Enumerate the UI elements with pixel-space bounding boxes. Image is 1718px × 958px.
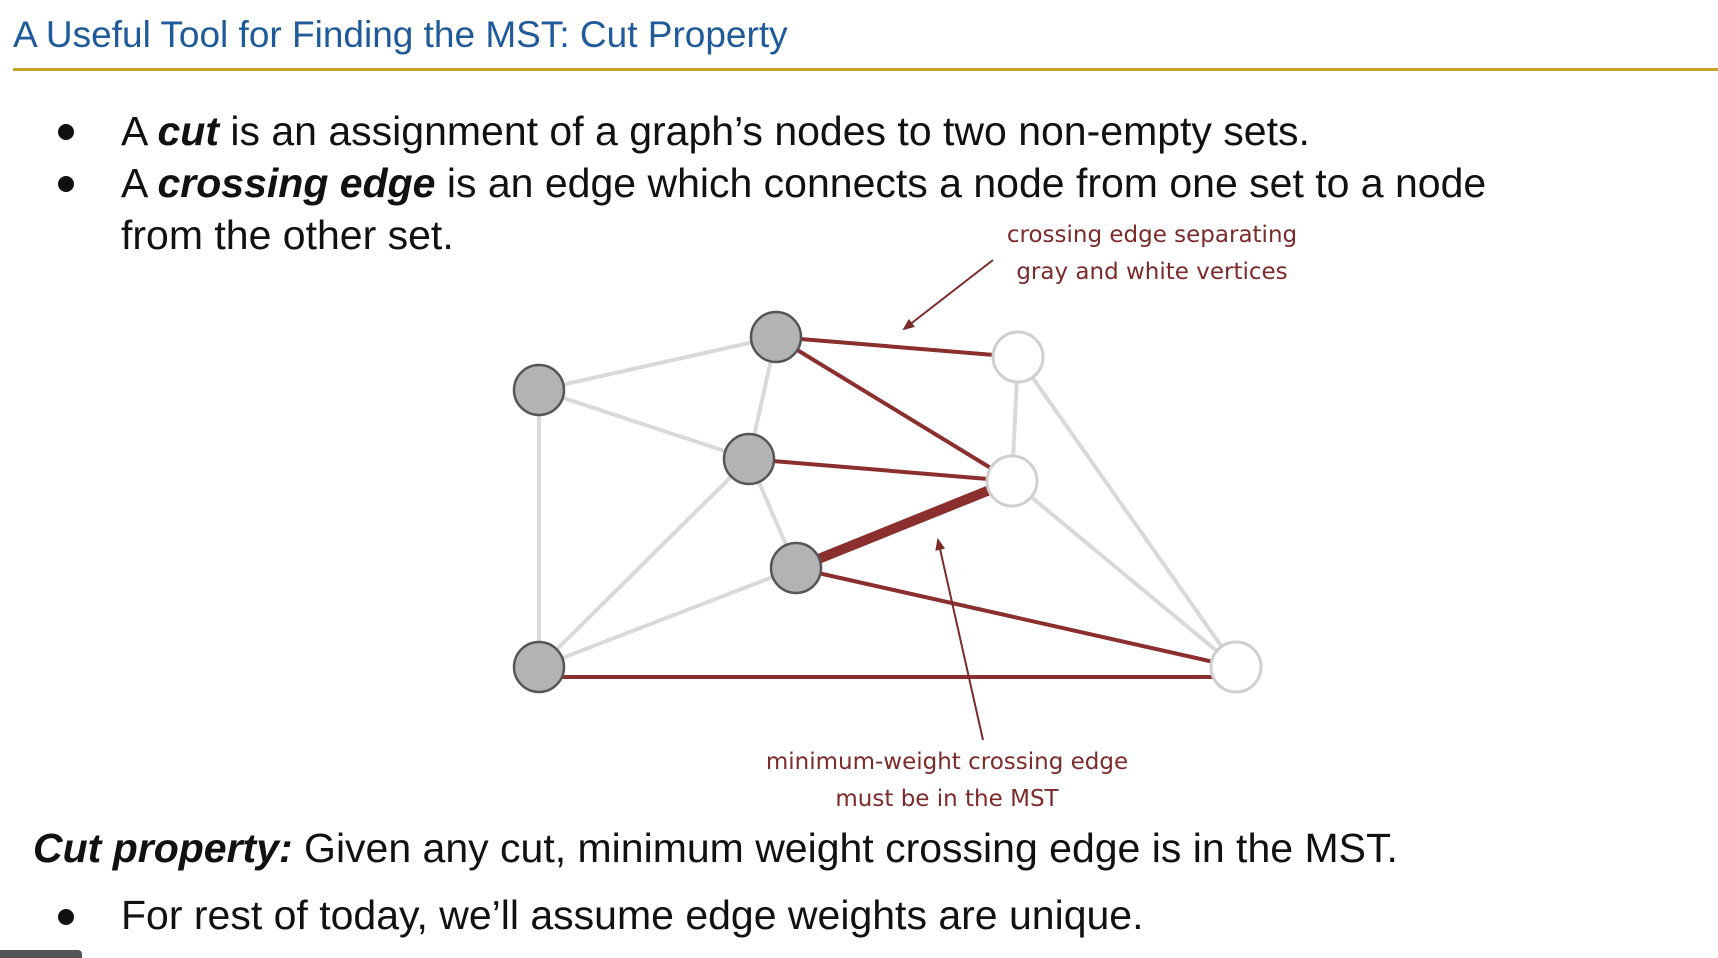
annotation-crossing-edge-line-2: gray and white vertices (1016, 259, 1287, 285)
bullet-unique-weights: For rest of today, we’ll assume edge wei… (121, 892, 1144, 938)
edge-crossing (775, 335, 1019, 359)
edge-plain (537, 457, 751, 669)
edge-crossing-minimum (794, 476, 1014, 573)
slide-number-tab (0, 950, 82, 958)
annotation-minimum-edge-line-1: minimum-weight crossing edge (766, 749, 1128, 775)
edge-crossing (774, 335, 1014, 483)
node-white (991, 330, 1045, 384)
node-gray (512, 640, 566, 694)
node-gray (769, 541, 823, 595)
plain-edges (537, 335, 1238, 669)
node-gray (722, 432, 776, 486)
edge-crossing (795, 566, 1237, 669)
annotation-crossing-edge-line-1: crossing edge separating (1007, 222, 1297, 248)
cut-property-label: Cut property: (33, 825, 293, 871)
arrow-to-crossing-edge (902, 259, 994, 331)
node-white (985, 454, 1039, 508)
cut-graph-diagram: crossing edge separating gray and white … (512, 222, 1297, 812)
arrow-to-minimum-edge (935, 538, 984, 741)
node-white (1209, 640, 1263, 694)
edge-crossing (748, 457, 1013, 483)
bullet-dot-3 (58, 909, 74, 925)
edge-plain (538, 566, 797, 669)
edge-plain (538, 335, 777, 392)
node-gray (749, 310, 803, 364)
cut-property-statement: Cut property: Given any cut, minimum wei… (33, 822, 1398, 874)
annotation-minimum-edge-line-2: must be in the MST (835, 786, 1059, 812)
cut-property-text: Given any cut, minimum weight crossing e… (292, 825, 1398, 871)
edge-plain (538, 388, 750, 461)
node-gray (512, 363, 566, 417)
gray-nodes (512, 310, 823, 694)
white-nodes (985, 330, 1263, 694)
